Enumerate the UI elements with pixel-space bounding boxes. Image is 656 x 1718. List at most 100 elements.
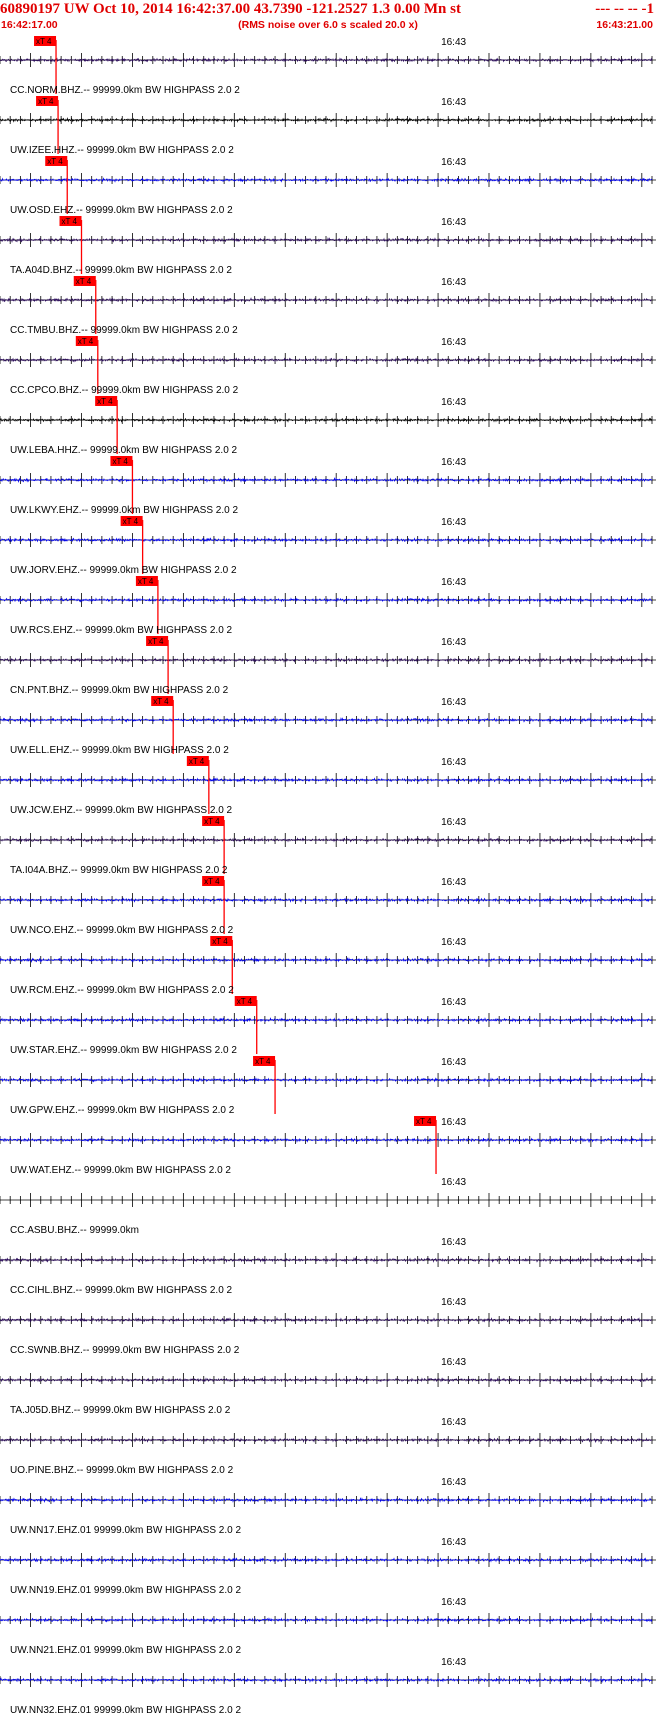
minute-label: 16:43: [441, 97, 466, 108]
minute-label: 16:43: [441, 1537, 466, 1548]
trace-row: 16:43 xT 4 UW.STAR.EHZ.-- 99999.0km BW HIG…: [0, 996, 656, 1056]
channel-label: UW.NN17.EHZ.01 99999.0km BW HIGHPASS 2.0…: [10, 1525, 241, 1536]
channel-label: CC.NORM.BHZ.-- 99999.0km BW HIGHPASS 2.0…: [10, 85, 240, 96]
channel-label: TA.A04D.BHZ.-- 99999.0km BW HIGHPASS 2.0…: [10, 265, 232, 276]
minute-label: 16:43: [441, 1417, 466, 1428]
pick-label: xT 4: [255, 1057, 271, 1066]
minute-label: 16:43: [441, 1297, 466, 1308]
trace-row: 16:43 xT 4 UW.LEBA.HHZ.-- 99999.0km BW HIG…: [0, 396, 656, 456]
trace-row: 16:43 UW.NN32.EHZ.01 99999.0km BW HIGHPAS…: [0, 1657, 656, 1716]
channel-label: UW.IZEE.HHZ.-- 99999.0km BW HIGHPASS 2.0…: [10, 145, 234, 156]
seismogram-panel: 16:43 xT 4 CC.NORM.BHZ.-- 99999.0km BW HIG…: [0, 32, 656, 1718]
minute-label: 16:43: [441, 337, 466, 348]
trace-row: 16:43 xT 4 CC.TMBU.BHZ.-- 99999.0km BW HIG…: [0, 276, 656, 336]
minute-label: 16:43: [441, 217, 466, 228]
trace-row: 16:43 xT 4 UW.JORV.EHZ.-- 99999.0km BW HIG…: [0, 516, 656, 576]
minute-label: 16:43: [441, 1057, 466, 1068]
channel-label: CN.PNT.BHZ.-- 99999.0km BW HIGHPASS 2.0 …: [10, 685, 229, 696]
event-title-text: 60890197 UW Oct 10, 2014 16:42:37.00 43.…: [0, 1, 461, 17]
channel-label: UW.LKWY.EHZ.-- 99999.0km BW HIGHPASS 2.0…: [10, 505, 238, 516]
trace-row: 16:43 UO.PINE.BHZ.-- 99999.0km BW HIGHPAS…: [0, 1417, 656, 1476]
trace-row: 16:43 xT 4 UW.IZEE.HHZ.-- 99999.0km BW HIG…: [0, 96, 656, 156]
pick-label: xT 4: [47, 157, 63, 166]
minute-label: 16:43: [441, 277, 466, 288]
pick-label: xT 4: [189, 757, 205, 766]
pick-label: xT 4: [112, 457, 128, 466]
channel-label: UW.RCS.EHZ.-- 99999.0km BW HIGHPASS 2.0 …: [10, 625, 233, 636]
pick-label: xT 4: [78, 337, 94, 346]
trace-row: 16:43 CC.SWNB.BHZ.-- 99999.0km BW HIGHPAS…: [0, 1297, 656, 1356]
channel-label: UW.WAT.EHZ.-- 99999.0km BW HIGHPASS 2.0 …: [10, 1165, 231, 1176]
channel-label: UW.LEBA.HHZ.-- 99999.0km BW HIGHPASS 2.0…: [10, 445, 238, 456]
channel-label: CC.TMBU.BHZ.-- 99999.0km BW HIGHPASS 2.0…: [10, 325, 238, 336]
pick-label: xT 4: [153, 697, 169, 706]
pick-label: xT 4: [204, 877, 220, 886]
minute-label: 16:43: [441, 1357, 466, 1368]
trace-row: 16:43 xT 4 UW.RCS.EHZ.-- 99999.0km BW HIGH…: [0, 576, 656, 636]
trace-row: 16:43 CC.ASBU.BHZ.-- 99999.0km: [0, 1177, 656, 1236]
channel-label: UW.STAR.EHZ.-- 99999.0km BW HIGHPASS 2.0…: [10, 1045, 237, 1056]
channel-label: UW.NN21.EHZ.01 99999.0km BW HIGHPASS 2.0…: [10, 1645, 241, 1656]
channel-label: CC.SWNB.BHZ.-- 99999.0km BW HIGHPASS 2.0…: [10, 1345, 240, 1356]
minute-label: 16:43: [441, 37, 466, 48]
seismogram-chart: 16:43xT 4CC.NORM.BHZ.-- 99999.0km BW HIG…: [0, 36, 656, 1716]
trace-row: 16:43 xT 4 UW.JCW.EHZ.-- 99999.0km BW HIGH…: [0, 756, 656, 816]
channel-label: TA.J05D.BHZ.-- 99999.0km BW HIGHPASS 2.0…: [10, 1405, 231, 1416]
pick-label: xT 4: [212, 937, 228, 946]
channel-label: UW.NN32.EHZ.01 99999.0km BW HIGHPASS 2.0…: [10, 1705, 241, 1716]
trace-row: 16:43 xT 4 UW.GPW.EHZ.-- 99999.0km BW HIGH…: [0, 1056, 656, 1116]
trace-row: 16:43 UW.NN19.EHZ.01 99999.0km BW HIGHPAS…: [0, 1537, 656, 1596]
pick-label: xT 4: [76, 277, 92, 286]
trace-row: 16:43 xT 4 UW.LKWY.EHZ.-- 99999.0km BW HIG…: [0, 456, 656, 516]
trace-row: 16:43 xT 4 CN.PNT.BHZ.-- 99999.0km BW HIGH…: [0, 636, 656, 696]
channel-label: UO.PINE.BHZ.-- 99999.0km BW HIGHPASS 2.0…: [10, 1465, 234, 1476]
trace-row: 16:43 TA.J05D.BHZ.-- 99999.0km BW HIGHPAS…: [0, 1357, 656, 1416]
minute-label: 16:43: [441, 1477, 466, 1488]
channel-label: UW.RCM.EHZ.-- 99999.0km BW HIGHPASS 2.0 …: [10, 985, 234, 996]
minute-label: 16:43: [441, 997, 466, 1008]
channel-label: UW.NCO.EHZ.-- 99999.0km BW HIGHPASS 2.0 …: [10, 925, 234, 936]
trace-row: 16:43 CC.CIHL.BHZ.-- 99999.0km BW HIGHPAS…: [0, 1237, 656, 1296]
trace-row: 16:43 xT 4 UW.OSD.EHZ.-- 99999.0km BW HIGH…: [0, 156, 656, 216]
pick-label: xT 4: [204, 817, 220, 826]
trace-row: 16:43 UW.NN21.EHZ.01 99999.0km BW HIGHPAS…: [0, 1597, 656, 1656]
minute-label: 16:43: [441, 637, 466, 648]
channel-label: CC.CPCO.BHZ.-- 99999.0km BW HIGHPASS 2.0…: [10, 385, 239, 396]
pick-label: xT 4: [148, 637, 164, 646]
trace-row: 16:43 xT 4 CC.CPCO.BHZ.-- 99999.0km BW HIG…: [0, 336, 656, 396]
channel-label: UW.JCW.EHZ.-- 99999.0km BW HIGHPASS 2.0 …: [10, 805, 233, 816]
pick-label: xT 4: [416, 1117, 432, 1126]
minute-label: 16:43: [441, 757, 466, 768]
trace-row: 16:43 xT 4 UW.NCO.EHZ.-- 99999.0km BW HIGH…: [0, 876, 656, 936]
minute-label: 16:43: [441, 1117, 466, 1128]
event-title: 60890197 UW Oct 10, 2014 16:42:37.00 43.…: [0, 0, 656, 18]
pick-label: xT 4: [138, 577, 154, 586]
rms-note: (RMS noise over 6.0 s scaled 20.0 x): [238, 19, 418, 31]
channel-label: CC.CIHL.BHZ.-- 99999.0km BW HIGHPASS 2.0…: [10, 1285, 233, 1296]
trace-row: 16:43 UW.NN17.EHZ.01 99999.0km BW HIGHPAS…: [0, 1477, 656, 1536]
minute-label: 16:43: [441, 1597, 466, 1608]
channel-label: UW.GPW.EHZ.-- 99999.0km BW HIGHPASS 2.0 …: [10, 1105, 235, 1116]
channel-label: CC.ASBU.BHZ.-- 99999.0km: [10, 1225, 139, 1236]
minute-label: 16:43: [441, 877, 466, 888]
channel-label: UW.JORV.EHZ.-- 99999.0km BW HIGHPASS 2.0…: [10, 565, 237, 576]
trace-row: 16:43 xT 4 UW.RCM.EHZ.-- 99999.0km BW HIGH…: [0, 936, 656, 996]
minute-label: 16:43: [441, 1237, 466, 1248]
channel-label: UW.NN19.EHZ.01 99999.0km BW HIGHPASS 2.0…: [10, 1585, 241, 1596]
pick-label: xT 4: [97, 397, 113, 406]
minute-label: 16:43: [441, 517, 466, 528]
pick-label: xT 4: [237, 997, 253, 1006]
channel-label: TA.I04A.BHZ.-- 99999.0km BW HIGHPASS 2.0…: [10, 865, 228, 876]
trace-row: 16:43 xT 4 TA.I04A.BHZ.-- 99999.0km BW HIG…: [0, 816, 656, 876]
end-time: 16:43:21.00: [596, 19, 653, 31]
minute-label: 16:43: [441, 937, 466, 948]
event-title-suffix: --- -- -- -1: [595, 1, 654, 17]
minute-label: 16:43: [441, 397, 466, 408]
trace-row: 16:43 xT 4 UW.ELL.EHZ.-- 99999.0km BW HIGH…: [0, 696, 656, 756]
pick-label: xT 4: [36, 37, 52, 46]
pick-label: xT 4: [123, 517, 139, 526]
time-header: 16:42:17.00 (RMS noise over 6.0 s scaled…: [0, 18, 656, 32]
trace-row: 16:43 xT 4 UW.WAT.EHZ.-- 99999.0km BW HIGH…: [0, 1116, 656, 1176]
channel-label: UW.OSD.EHZ.-- 99999.0km BW HIGHPASS 2.0 …: [10, 205, 233, 216]
pick-label: xT 4: [38, 97, 54, 106]
